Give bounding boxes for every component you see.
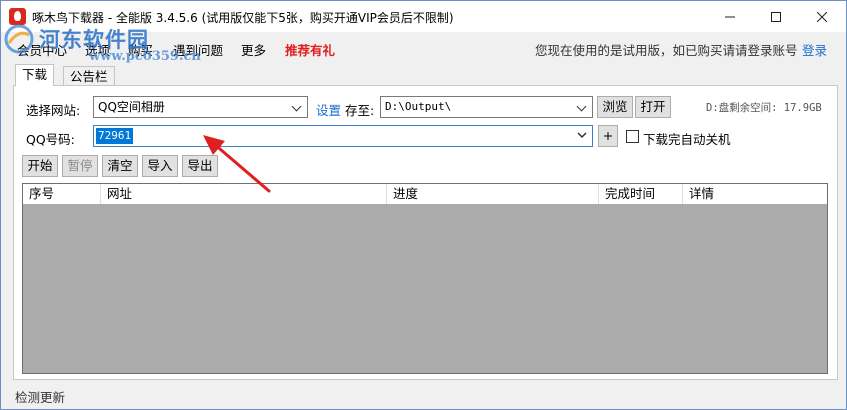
clear-button[interactable]: 清空 xyxy=(102,155,138,177)
auto-shutdown-label: 下载完自动关机 xyxy=(643,132,731,147)
qq-number-combo[interactable]: 72961 xyxy=(93,125,593,147)
login-link[interactable]: 登录 xyxy=(802,40,827,59)
red-annotation-arrow-icon xyxy=(203,135,271,193)
auto-shutdown-checkbox[interactable] xyxy=(626,130,639,143)
open-button[interactable]: 打开 xyxy=(635,96,671,118)
qq-number-label: QQ号码: xyxy=(26,132,75,147)
column-header-details[interactable]: 详情 xyxy=(683,184,827,204)
chevron-down-icon xyxy=(576,126,588,146)
minimize-button[interactable] xyxy=(707,1,753,32)
start-button[interactable]: 开始 xyxy=(22,155,58,177)
site-select[interactable]: QQ空间相册 xyxy=(93,96,308,118)
close-button[interactable] xyxy=(799,1,845,32)
watermark-logo-icon xyxy=(4,24,34,54)
check-update-status[interactable]: 检测更新 xyxy=(15,387,65,406)
save-path-select[interactable]: D:\Output\ xyxy=(380,96,593,118)
chevron-down-icon xyxy=(291,97,303,117)
save-path-value: D:\Output\ xyxy=(385,100,452,113)
download-table[interactable]: 序号 网址 进度 完成时间 详情 xyxy=(22,183,828,374)
tab-download[interactable]: 下载 xyxy=(15,64,55,86)
add-qq-button[interactable]: + xyxy=(598,125,618,147)
maximize-button[interactable] xyxy=(753,1,799,32)
qq-number-value: 72961 xyxy=(96,128,134,144)
minimize-icon xyxy=(725,16,735,17)
column-header-progress[interactable]: 进度 xyxy=(387,184,599,204)
chevron-down-icon xyxy=(576,97,588,117)
import-button[interactable]: 导入 xyxy=(142,155,178,177)
maximize-icon xyxy=(771,11,781,22)
menu-item-more[interactable]: 更多 xyxy=(241,40,266,59)
save-label: 存至: xyxy=(345,103,375,118)
app-window: 啄木鸟下载器 - 全能版 3.4.5.6 (试用版仅能下5张，购买开通VIP会员… xyxy=(0,0,847,410)
site-label: 选择网站: xyxy=(26,103,81,118)
browse-button[interactable]: 浏览 xyxy=(597,96,633,118)
column-header-index[interactable]: 序号 xyxy=(23,184,101,204)
close-icon xyxy=(817,11,827,22)
site-select-value: QQ空间相册 xyxy=(98,100,165,114)
watermark-url: www.pc0359.cn xyxy=(89,49,201,64)
menu-item-referral[interactable]: 推荐有礼 xyxy=(285,40,335,59)
trial-notice: 您现在使用的是试用版，如已购买请请登录账号 xyxy=(535,43,798,58)
settings-link[interactable]: 设置 xyxy=(316,100,341,119)
pause-button[interactable]: 暂停 xyxy=(62,155,98,177)
column-header-finish-time[interactable]: 完成时间 xyxy=(599,184,683,204)
tab-announcements[interactable]: 公告栏 xyxy=(63,66,115,86)
table-header: 序号 网址 进度 完成时间 详情 xyxy=(23,184,827,204)
disk-space-indicator: D:盘剩余空间: 17.9GB xyxy=(706,102,822,114)
